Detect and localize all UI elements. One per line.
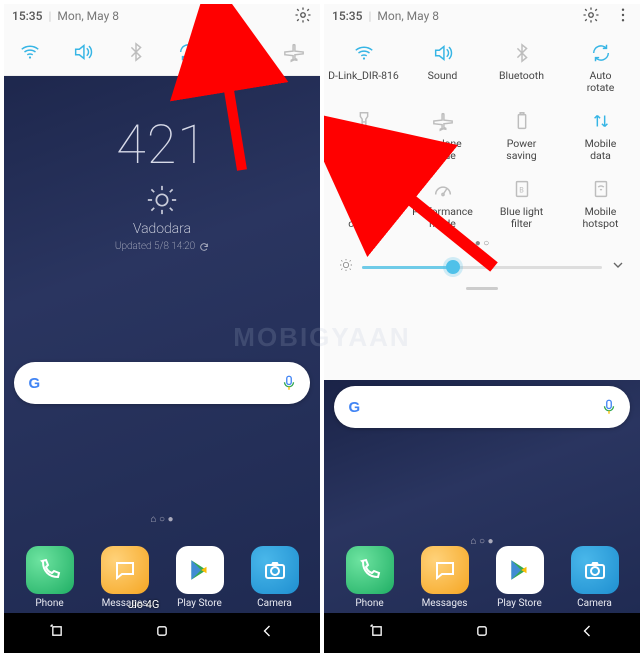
home-button[interactable] — [472, 621, 492, 645]
tile-hotspot[interactable]: Mobile hotspot — [561, 168, 640, 236]
phone-right: 15:35 | Mon, May 8 D-Link_DIR-816 Sound — [324, 4, 640, 653]
brightness-track[interactable] — [362, 266, 602, 269]
sound-icon[interactable] — [62, 41, 104, 63]
sun-icon — [145, 183, 179, 217]
lock-updated: Updated 5/8 14:20 — [4, 241, 320, 252]
back-button[interactable] — [577, 621, 597, 645]
settings-icon[interactable] — [582, 6, 600, 27]
brightness-slider[interactable] — [324, 249, 640, 283]
home-button[interactable] — [152, 621, 172, 645]
recents-button[interactable] — [367, 621, 387, 645]
expand-icon[interactable] — [610, 257, 626, 277]
phone-left: 15:35 | Mon, May 8 421 Vadodara Updated … — [4, 4, 320, 653]
svg-text:G: G — [349, 399, 361, 416]
sound-icon — [432, 40, 454, 66]
page-indicator: ⌂ ○ ● — [4, 514, 320, 525]
back-button[interactable] — [257, 621, 277, 645]
data-icon — [590, 108, 612, 134]
bluetooth-icon — [511, 40, 533, 66]
tile-bluelight[interactable]: B Blue light filter — [482, 168, 561, 236]
tile-flashlight[interactable]: Flashlight — [324, 100, 403, 168]
dock: Phone Messages Play Store Camera — [324, 546, 640, 609]
more-icon[interactable] — [614, 6, 632, 27]
lock-city: Vadodara — [4, 221, 320, 237]
carrier-label: Jio 4G — [128, 598, 159, 611]
svg-text:G: G — [29, 375, 41, 392]
wifi-icon — [353, 40, 375, 66]
quick-settings-row — [4, 28, 320, 76]
performance-icon — [432, 176, 454, 202]
svg-text:B: B — [519, 186, 524, 195]
bluetooth-icon[interactable] — [115, 41, 157, 63]
status-time: 15:35 — [332, 9, 362, 23]
tile-powersaving[interactable]: Power saving — [482, 100, 561, 168]
nav-bar — [324, 613, 640, 653]
mic-icon[interactable] — [280, 374, 298, 392]
tile-wificalling[interactable]: Wi-Fi calling — [324, 168, 403, 236]
tile-autorotate[interactable]: Auto rotate — [561, 32, 640, 100]
google-search-bar[interactable]: G — [334, 386, 630, 428]
app-messages[interactable]: Messages — [413, 546, 477, 609]
mic-icon[interactable] — [600, 398, 618, 416]
status-bar: 15:35 | Mon, May 8 — [324, 4, 640, 28]
tile-performance[interactable]: Performance mode — [403, 168, 482, 236]
airplane-icon — [432, 108, 454, 134]
status-time: 15:35 — [12, 9, 42, 23]
google-logo-icon: G — [26, 373, 46, 393]
airplane-icon[interactable] — [273, 41, 315, 63]
tile-wifi[interactable]: D-Link_DIR-816 — [324, 32, 403, 100]
battery-icon — [511, 108, 533, 134]
panel-page-indicator: ● ○ — [324, 238, 640, 249]
hotspot-icon — [590, 176, 612, 202]
flashlight-icon — [353, 108, 375, 134]
app-camera[interactable]: Camera — [243, 546, 307, 609]
tile-bluetooth[interactable]: Bluetooth — [482, 32, 561, 100]
bluelight-icon: B — [511, 176, 533, 202]
app-phone[interactable]: Phone — [18, 546, 82, 609]
nav-bar — [4, 613, 320, 653]
wifi-icon[interactable] — [9, 41, 51, 63]
lock-widget: 421 Vadodara Updated 5/8 14:20 — [4, 114, 320, 252]
google-search-bar[interactable]: G — [14, 362, 310, 404]
dock: Phone Messages Play Store Camera — [4, 546, 320, 609]
app-phone[interactable]: Phone — [338, 546, 402, 609]
flashlight-icon[interactable] — [220, 41, 262, 63]
quick-settings-panel: D-Link_DIR-816 Sound Bluetooth Auto rota… — [324, 28, 640, 380]
panel-handle[interactable] — [466, 287, 498, 290]
status-date: Mon, May 8 — [57, 9, 119, 23]
tile-airplane[interactable]: Airplane mode — [403, 100, 482, 168]
tile-sound[interactable]: Sound — [403, 32, 482, 100]
recents-button[interactable] — [47, 621, 67, 645]
auto-brightness-icon[interactable] — [338, 257, 354, 277]
app-playstore[interactable]: Play Store — [488, 546, 552, 609]
app-playstore[interactable]: Play Store — [168, 546, 232, 609]
status-date: Mon, May 8 — [377, 9, 439, 23]
autorotate-icon — [590, 40, 612, 66]
wificalling-icon — [353, 176, 375, 202]
settings-icon[interactable] — [294, 6, 312, 27]
lock-time: 421 — [4, 114, 320, 177]
autorotate-icon[interactable] — [167, 41, 209, 63]
google-logo-icon: G — [346, 397, 366, 417]
status-bar: 15:35 | Mon, May 8 — [4, 4, 320, 28]
brightness-thumb[interactable] — [446, 260, 460, 274]
app-camera[interactable]: Camera — [563, 546, 627, 609]
tile-mobiledata[interactable]: Mobile data — [561, 100, 640, 168]
